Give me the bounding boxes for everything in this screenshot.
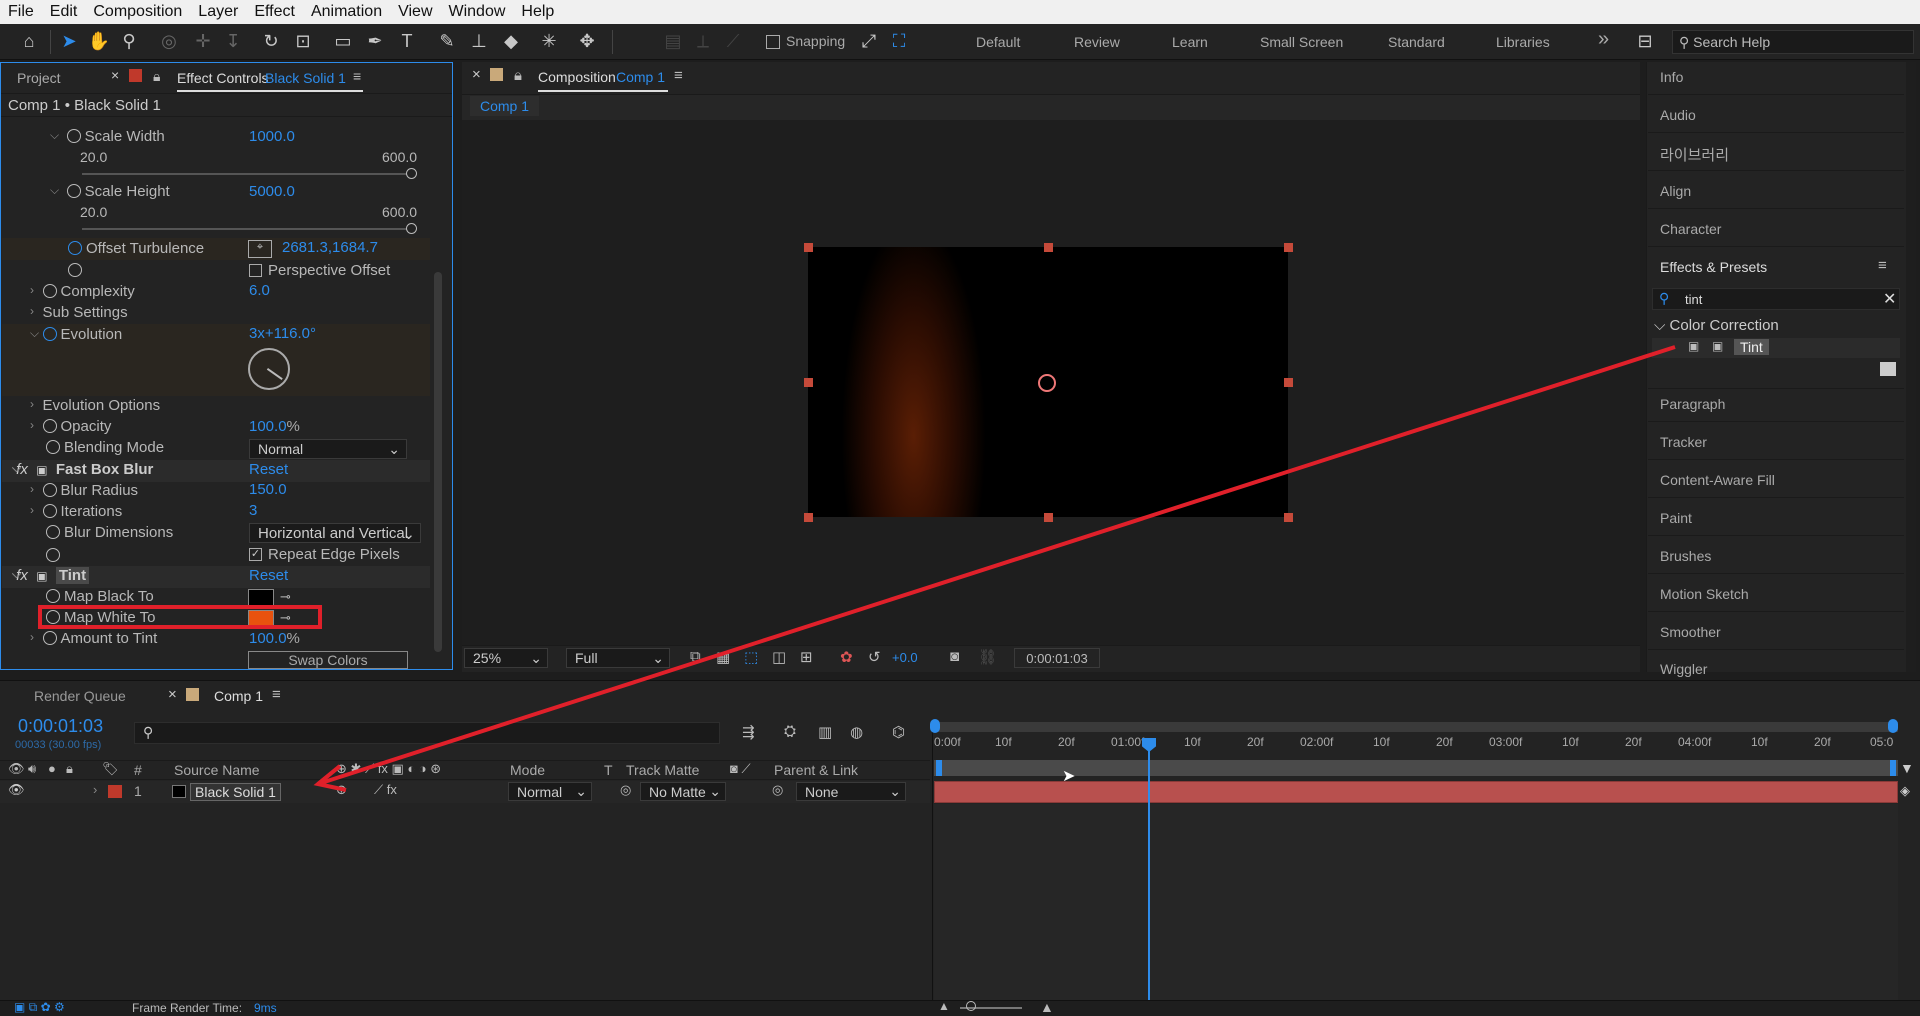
annotation-arrow bbox=[313, 345, 1676, 792]
